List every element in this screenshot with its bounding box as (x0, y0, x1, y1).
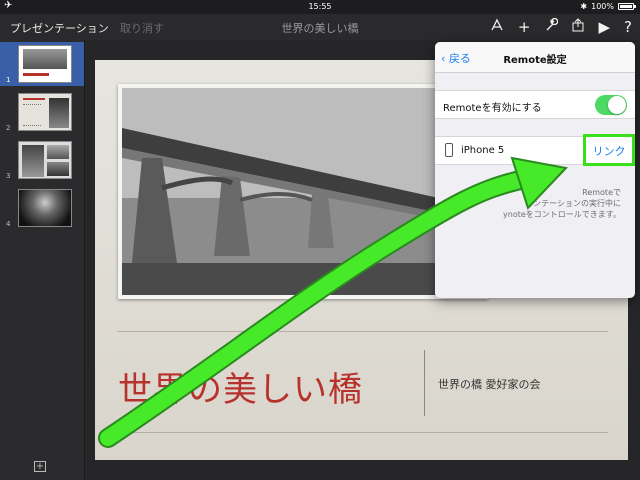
enable-remote-toggle[interactable] (595, 95, 627, 115)
slide-thumbnail-2[interactable]: 2 (0, 90, 84, 134)
wrench-icon[interactable] (544, 17, 559, 37)
slide-thumbnail-image (18, 141, 72, 179)
slide-number: 2 (6, 124, 11, 132)
slide-top-rule (117, 331, 608, 332)
help-icon[interactable]: ? (624, 17, 632, 37)
add-icon[interactable]: + (518, 17, 531, 37)
slide-thumbnail-image (18, 189, 72, 227)
device-name: iPhone 5 (461, 145, 505, 156)
slide-bottom-rule (117, 432, 608, 433)
slide-subtitle[interactable]: 世界の橋 愛好家の会 (438, 376, 541, 392)
play-icon[interactable]: ▶ (598, 17, 610, 37)
device-row: iPhone 5 リンク (435, 134, 635, 166)
slide-thumbnail-image (18, 45, 72, 83)
bridge-photo[interactable] (118, 84, 488, 299)
help-line-3: ynoteをコントロールできます。 (503, 210, 621, 219)
battery-percent: 100% (591, 2, 614, 11)
bridge-image (122, 88, 484, 295)
slide-thumbnail-3[interactable]: 3 (0, 138, 84, 182)
toolbar: プレゼンテーション 取り消す 世界の美しい橋 + ▶ ? (0, 14, 640, 40)
slide-number: 4 (6, 220, 11, 228)
slide-thumbnail-1[interactable]: 1 (0, 42, 84, 86)
slide-thumbnail-image (18, 93, 72, 131)
battery-icon (618, 3, 636, 10)
popover-title: Remote設定 (503, 55, 567, 66)
share-icon[interactable] (572, 17, 584, 37)
status-bar: ✈ 15:55 ✱ 100% (0, 0, 640, 14)
format-brush-icon[interactable] (490, 17, 504, 37)
remote-settings-popover: ‹ 戻る Remote設定 Remoteを有効にする iPhone 5 リンク … (435, 42, 635, 298)
slide-title[interactable]: 世界の美しい橋 (118, 362, 363, 411)
status-time: 15:55 (308, 2, 332, 11)
add-slide-button[interactable]: + (34, 461, 46, 472)
slide-thumbnail-4[interactable]: 4 (0, 186, 84, 230)
popover-nav-bar: ‹ 戻る Remote設定 (435, 42, 635, 73)
link-highlight-box: リンク (583, 134, 635, 166)
help-line-2: ンテーションの実行中に (533, 199, 621, 208)
title-divider (424, 350, 425, 416)
remote-help-text: Remoteで ンテーションの実行中に ynoteをコントロールできます。 (451, 187, 621, 220)
bluetooth-icon: ✱ (580, 2, 588, 11)
iphone-icon (445, 143, 453, 157)
help-line-1: Remoteで (582, 188, 621, 197)
slide-navigator: 1 2 3 4 + (0, 40, 85, 480)
slide-number: 3 (6, 172, 11, 180)
link-button[interactable]: リンク (586, 143, 632, 159)
slide-number: 1 (6, 76, 11, 84)
enable-remote-row: Remoteを有効にする (435, 90, 635, 119)
enable-remote-label: Remoteを有効にする (443, 103, 542, 114)
